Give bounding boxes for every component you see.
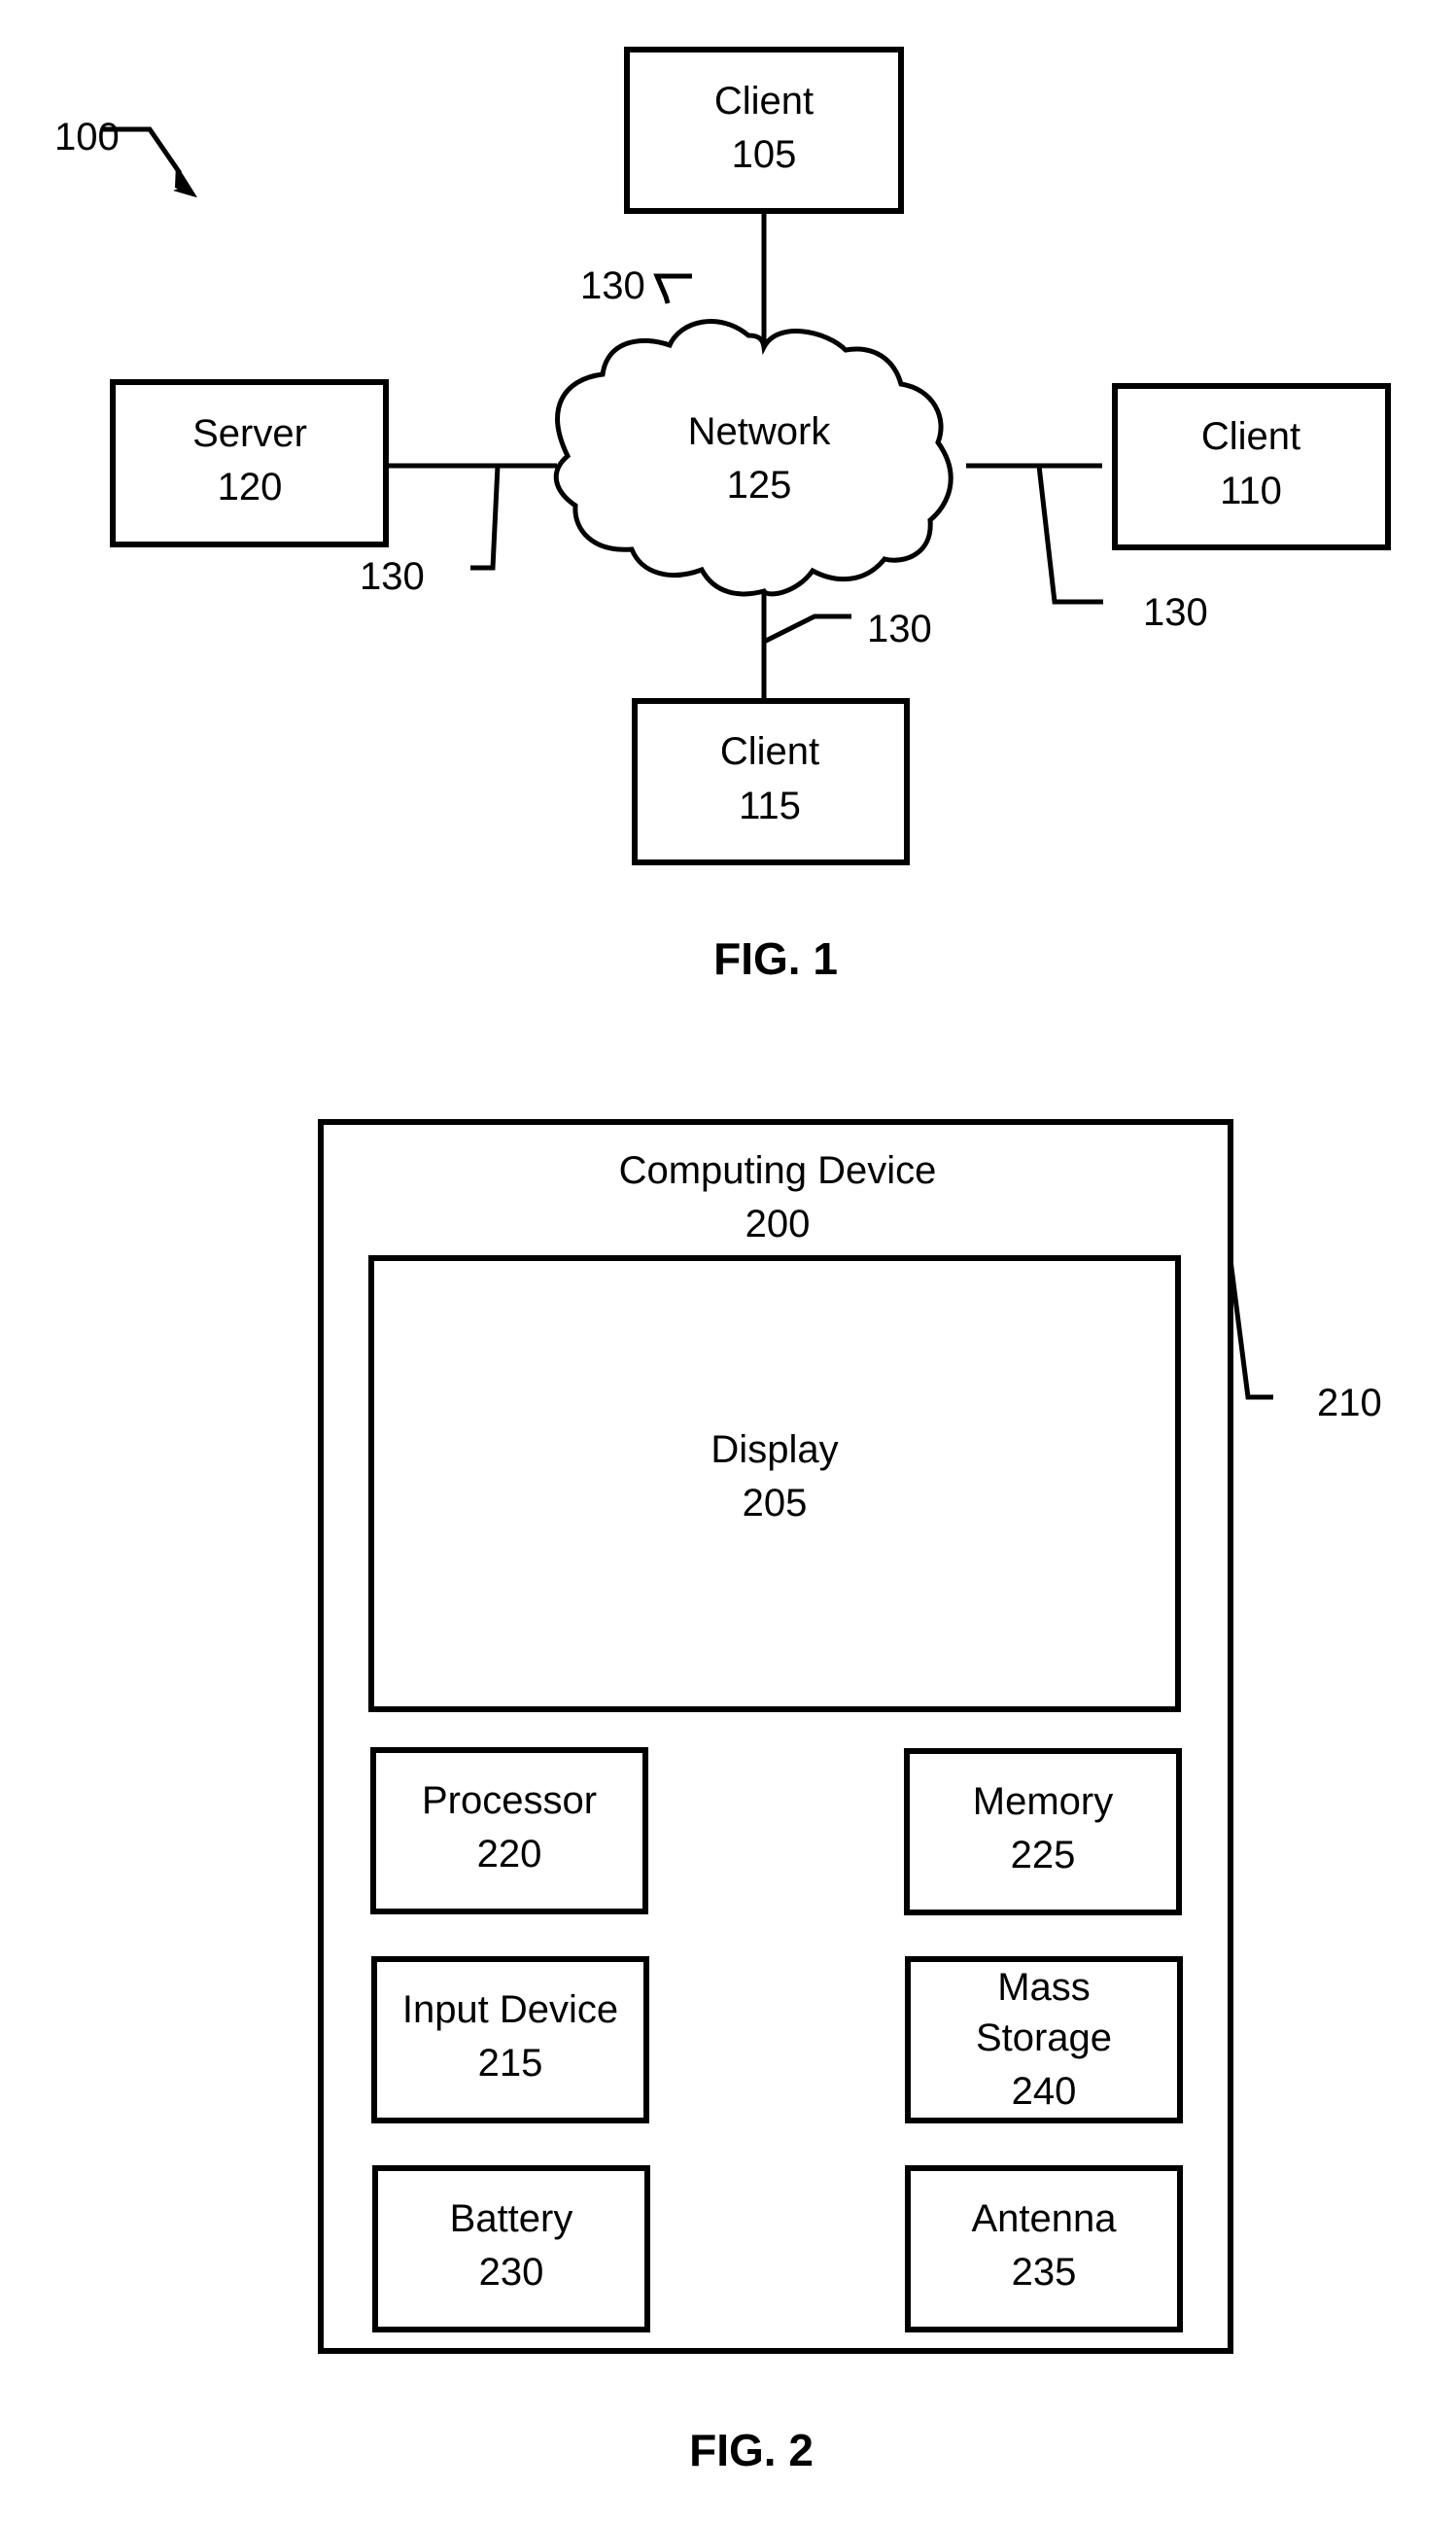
network-ref: 125: [727, 464, 792, 507]
figure-2-caption: FIG. 2: [689, 2425, 814, 2475]
client-115-label: Client: [720, 730, 819, 773]
client-110-ref: 110: [1220, 470, 1282, 512]
mass-storage-240-block: Mass Storage 240: [905, 1956, 1183, 2123]
mass-storage-ref: 240: [1012, 2070, 1077, 2113]
client-110-label: Client: [1201, 415, 1300, 458]
leader-130-top: [653, 273, 671, 304]
display-ref: 205: [743, 1482, 808, 1525]
battery-230-block: Battery 230: [372, 2165, 650, 2332]
battery-label: Battery: [450, 2197, 573, 2240]
memory-ref: 225: [1011, 1834, 1076, 1876]
client-115-node: Client 115: [632, 698, 910, 865]
leader-130-bottom: [762, 613, 851, 645]
client-105-node: Client 105: [624, 47, 904, 214]
antenna-ref: 235: [1012, 2251, 1077, 2294]
leader-130-right: [1036, 465, 1103, 605]
memory-225-block: Memory 225: [904, 1748, 1182, 1915]
network-cloud: Network 125: [553, 319, 953, 597]
client-110-node: Client 110: [1112, 383, 1391, 550]
client-115-ref: 115: [739, 785, 801, 827]
server-120-ref: 120: [218, 466, 283, 508]
figure-2: Computing Device 200 210 Display 205 Pro…: [318, 1119, 1382, 2475]
link-ref-label-bottom: 130: [867, 608, 932, 650]
battery-ref: 230: [479, 2251, 544, 2294]
display-label: Display: [711, 1428, 838, 1471]
processor-ref: 220: [477, 1833, 542, 1875]
mass-storage-label-line1: Mass: [997, 1966, 1091, 2009]
housing-leader-line: [1228, 1259, 1273, 1400]
figure-1: 100 Network 125 Client 105 Server 120 Cl…: [54, 47, 1391, 984]
link-ref-label-right: 130: [1143, 591, 1208, 634]
client-105-label: Client: [714, 80, 814, 123]
system-ref-label: 100: [54, 116, 120, 158]
patent-drawing-sheet: 100 Network 125 Client 105 Server 120 Cl…: [54, 47, 1391, 2475]
input-device-215-block: Input Device 215: [371, 1956, 649, 2123]
memory-label: Memory: [973, 1780, 1113, 1823]
network-label: Network: [688, 410, 832, 453]
processor-label: Processor: [422, 1779, 597, 1822]
leader-130-left: [470, 465, 501, 571]
client-105-ref: 105: [732, 133, 797, 176]
link-ref-label-left: 130: [360, 555, 425, 598]
server-120-node: Server 120: [110, 379, 389, 547]
processor-220-block: Processor 220: [370, 1747, 648, 1914]
server-120-label: Server: [192, 412, 307, 455]
link-ref-label-top: 130: [580, 264, 645, 307]
figure-1-caption: FIG. 1: [713, 933, 838, 984]
display-205-block: Display 205: [368, 1255, 1181, 1712]
antenna-label: Antenna: [971, 2197, 1117, 2240]
housing-ref-label: 210: [1317, 1382, 1382, 1424]
input-device-label: Input Device: [402, 1988, 618, 2031]
input-device-ref: 215: [478, 2042, 543, 2085]
computing-device-label: Computing Device: [619, 1149, 937, 1192]
mass-storage-label-line2: Storage: [976, 2016, 1112, 2059]
computing-device-ref: 200: [745, 1203, 811, 1245]
antenna-235-block: Antenna 235: [905, 2165, 1183, 2332]
